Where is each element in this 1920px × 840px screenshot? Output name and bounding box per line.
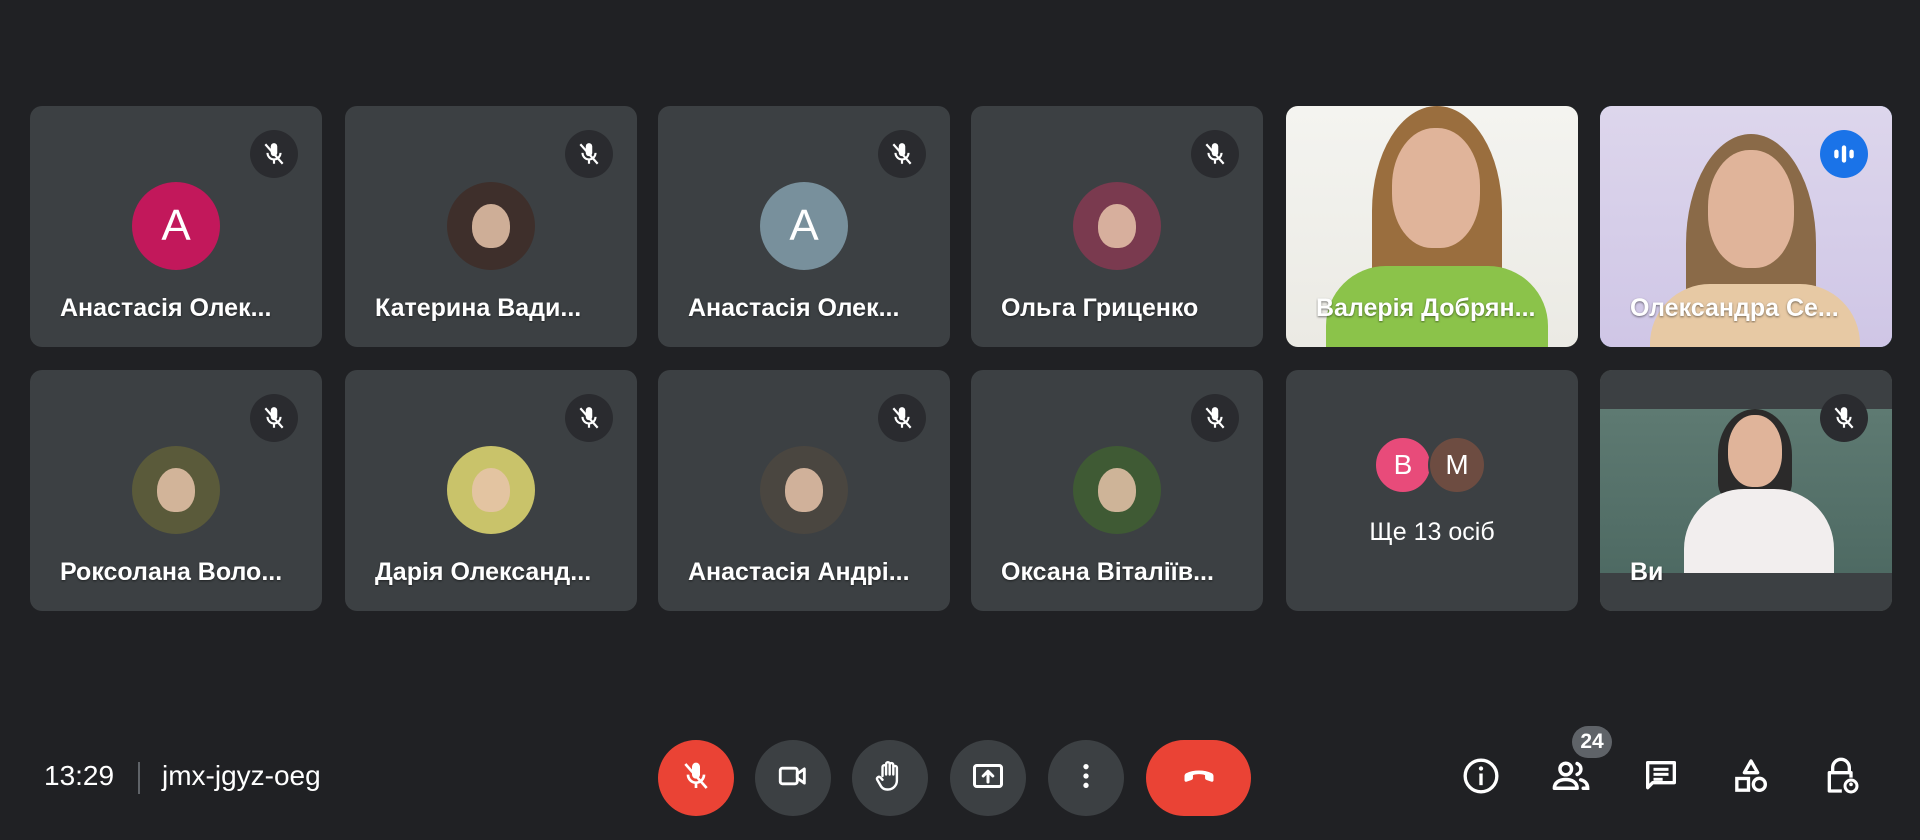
mic-off-icon xyxy=(565,394,613,442)
end-call-button[interactable] xyxy=(1146,740,1251,816)
participant-tile[interactable]: Катерина Вади... xyxy=(345,106,637,347)
mic-off-icon xyxy=(878,394,926,442)
avatar: А xyxy=(760,182,848,270)
host-controls-button[interactable] xyxy=(1815,752,1867,804)
participant-tile[interactable]: А Анастасія Олек... xyxy=(30,106,322,347)
participant-name: Катерина Вади... xyxy=(375,294,582,322)
mic-off-icon xyxy=(680,760,712,797)
participant-name: Анастасія Олек... xyxy=(688,294,900,322)
speaking-indicator-icon xyxy=(1820,130,1868,178)
host-controls-icon xyxy=(1821,756,1861,801)
raise-hand-icon xyxy=(872,758,908,799)
participant-tile[interactable]: Оксана Віталіїв... xyxy=(971,370,1263,611)
participant-name: Анастасія Олек... xyxy=(60,294,272,322)
mic-off-icon xyxy=(250,130,298,178)
activities-button[interactable] xyxy=(1725,752,1777,804)
avatar xyxy=(1073,182,1161,270)
participant-name: Дарія Олександ... xyxy=(375,558,592,586)
avatar xyxy=(447,182,535,270)
meet-stage: А Анастасія Олек... Катерина Вади... А А… xyxy=(0,0,1920,840)
present-screen-button[interactable] xyxy=(950,740,1026,816)
participant-name: Оксана Віталіїв... xyxy=(1001,558,1214,586)
mic-off-icon xyxy=(565,130,613,178)
meeting-code: jmx-jgyz-oeg xyxy=(162,760,321,791)
avatar xyxy=(1073,446,1161,534)
participant-name: Валерія Добрян... xyxy=(1316,294,1536,322)
avatar: А xyxy=(132,182,220,270)
meeting-time: 13:29 xyxy=(44,760,115,791)
camera-toggle-button[interactable] xyxy=(755,740,831,816)
meeting-details-button[interactable] xyxy=(1455,752,1507,804)
mic-off-icon xyxy=(1820,394,1868,442)
more-options-icon xyxy=(1070,760,1102,797)
avatar xyxy=(760,446,848,534)
more-participants-avatars: В М xyxy=(1374,436,1486,494)
raise-hand-button[interactable] xyxy=(852,740,928,816)
info-icon xyxy=(1461,756,1501,801)
people-icon xyxy=(1550,755,1592,802)
participant-video-tile[interactable]: Олександра Се... xyxy=(1600,106,1892,347)
end-call-icon xyxy=(1177,754,1221,803)
avatar: М xyxy=(1428,436,1486,494)
more-options-button[interactable] xyxy=(1048,740,1124,816)
divider xyxy=(138,762,140,794)
participant-name: Олександра Се... xyxy=(1630,294,1839,322)
participant-tile[interactable]: Ольга Гриценко xyxy=(971,106,1263,347)
camera-icon xyxy=(776,759,810,798)
participant-name: Роксолана Воло... xyxy=(60,558,283,586)
participant-video-tile[interactable]: Валерія Добрян... xyxy=(1286,106,1578,347)
mic-off-icon xyxy=(878,130,926,178)
activities-icon xyxy=(1731,756,1771,801)
self-video-tile[interactable]: Ви xyxy=(1600,370,1892,611)
participant-tile[interactable]: Роксолана Воло... xyxy=(30,370,322,611)
more-participants-tile[interactable]: В М Ще 13 осіб xyxy=(1286,370,1578,611)
avatar: В xyxy=(1374,436,1432,494)
microphone-toggle-button[interactable] xyxy=(658,740,734,816)
avatar xyxy=(132,446,220,534)
participant-tile[interactable]: А Анастасія Олек... xyxy=(658,106,950,347)
chat-icon xyxy=(1641,756,1681,801)
participant-name: Анастасія Андрі... xyxy=(688,558,910,586)
mic-off-icon xyxy=(250,394,298,442)
participant-tile[interactable]: Анастасія Андрі... xyxy=(658,370,950,611)
mic-off-icon xyxy=(1191,394,1239,442)
mic-off-icon xyxy=(1191,130,1239,178)
present-screen-icon xyxy=(970,758,1006,799)
participant-count-badge: 24 xyxy=(1572,726,1612,758)
participant-tile[interactable]: Дарія Олександ... xyxy=(345,370,637,611)
participant-name: Ви xyxy=(1630,558,1664,586)
chat-button[interactable] xyxy=(1635,752,1687,804)
avatar xyxy=(447,446,535,534)
people-button[interactable] xyxy=(1545,752,1597,804)
more-participants-label: Ще 13 осіб xyxy=(1369,518,1495,546)
participant-name: Ольга Гриценко xyxy=(1001,294,1199,322)
